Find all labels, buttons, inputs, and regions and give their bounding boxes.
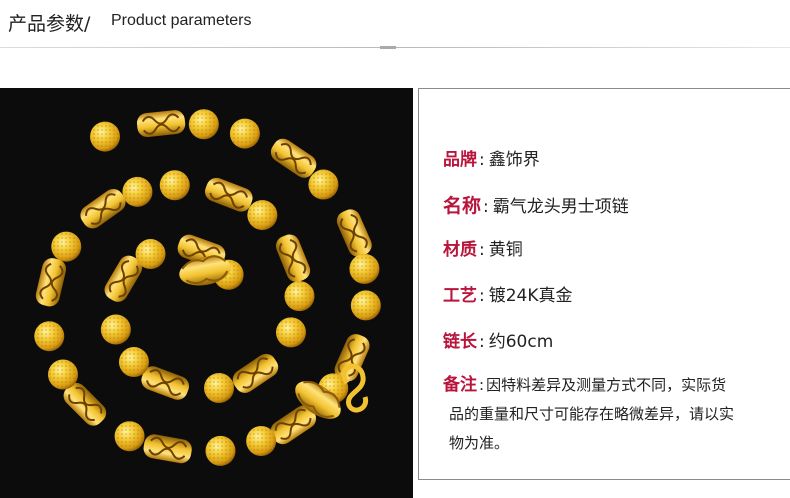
section-title-cn: 产品参数/ (8, 13, 91, 35)
spec-note: 备注: 因特料差异及测量方式不同，实际货 品的重量和尺寸可能存在略微差异，请以实 … (443, 371, 773, 458)
note-line-1: 因特料差异及测量方式不同，实际货 (486, 376, 727, 394)
product-photo (0, 88, 413, 498)
spec-value: 黄铜 (488, 240, 523, 260)
note-line-2: 品的重量和尺寸可能存在略微差异，请以实 (449, 405, 735, 423)
spec-value: 霸气龙头男士项链 (492, 197, 629, 217)
spec-label: 品牌 (443, 150, 477, 170)
spec-value: 鑫饰界 (488, 150, 540, 170)
section-header: 产品参数/ Product parameters (0, 0, 790, 46)
spec-row-name: 名称: 霸气龙头男士项链 (443, 195, 629, 217)
spec-label: 材质 (443, 240, 477, 260)
spec-label: 链长 (443, 332, 477, 352)
spec-row-material: 材质: 黄铜 (443, 240, 523, 260)
spec-row-brand: 品牌: 鑫饰界 (443, 150, 540, 170)
spec-label: 名称 (443, 195, 482, 217)
spec-value: 约60cm (488, 332, 554, 352)
spec-label: 工艺 (443, 286, 477, 306)
spec-row-length: 链长: 约60cm (443, 332, 554, 352)
note-line-3: 物为准。 (449, 434, 510, 452)
spec-value: 镀24K真金 (488, 286, 573, 306)
header-divider (0, 46, 790, 52)
section-title-en: Product parameters (111, 12, 252, 29)
spec-row-craft: 工艺: 镀24K真金 (443, 286, 573, 306)
note-label: 备注 (443, 375, 477, 395)
spec-panel: 品牌: 鑫饰界 名称: 霸气龙头男士项链 材质: 黄铜 工艺: 镀24K真金 链长: 约6… (418, 88, 790, 480)
